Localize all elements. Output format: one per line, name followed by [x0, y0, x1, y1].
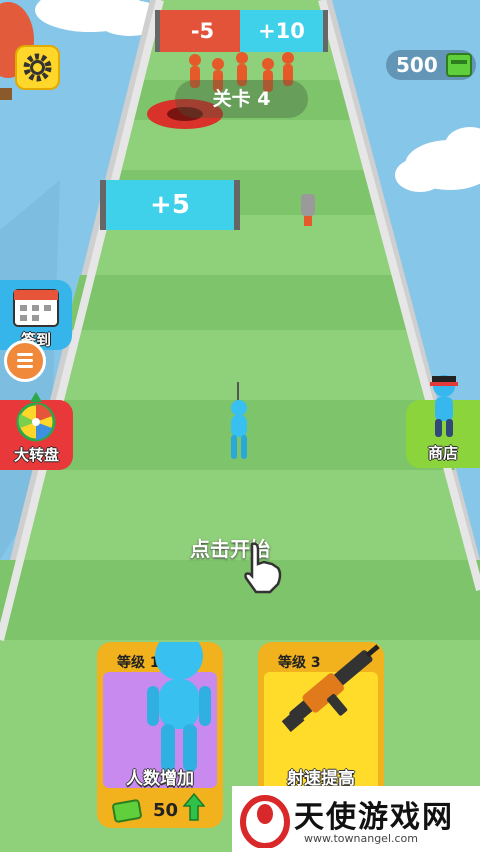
- player-character[interactable]: [222, 380, 256, 462]
- brand-logo: [240, 795, 290, 848]
- game-scene[interactable]: -5 +10 关卡 4 500 +5 签到 大转盘 商店 点击开始 等级 1 人…: [0, 0, 480, 852]
- watermark-name: 天使游戏网: [294, 800, 454, 835]
- level-label: 关卡 4: [212, 88, 271, 110]
- upgrade-cost: 50: [153, 800, 179, 821]
- cash-icon: [112, 799, 142, 823]
- upgrade-arrow-icon: [183, 792, 205, 821]
- money-counter: 500: [386, 50, 476, 80]
- card-title: 人数增加: [126, 769, 194, 789]
- level-indicator: 关卡 4: [175, 80, 308, 118]
- menu-button[interactable]: [4, 340, 46, 382]
- character-icon: [430, 375, 458, 437]
- settings-button[interactable]: [15, 45, 60, 90]
- shop-button[interactable]: 商店: [406, 375, 480, 468]
- prize-wheel-label: 大转盘: [13, 446, 59, 464]
- rifle-icon: [281, 644, 380, 732]
- gate-label: +5: [150, 190, 190, 220]
- gate-plus-10: +10: [240, 10, 328, 52]
- cash-icon: [446, 53, 472, 77]
- shop-label: 商店: [427, 444, 458, 462]
- character-icon: [147, 642, 211, 772]
- gate-minus-5: -5: [155, 10, 245, 52]
- upgrade-card-crowd[interactable]: 等级 1 人数增加 50: [97, 642, 223, 828]
- prize-wheel-button[interactable]: 大转盘: [0, 392, 73, 470]
- watermark: 天使游戏网 www.townangel.com: [232, 786, 480, 852]
- calendar-icon: [13, 289, 59, 327]
- gate-plus-5: +5: [100, 180, 240, 230]
- settings-gear-icon: [23, 53, 52, 82]
- gate-label: -5: [190, 19, 215, 43]
- menu-icon: [17, 353, 33, 368]
- gate-label: +10: [258, 19, 305, 43]
- prize-wheel-icon: [16, 392, 56, 442]
- turret-obstacle: [301, 194, 315, 226]
- watermark-url: www.townangel.com: [304, 832, 418, 845]
- money-value: 500: [396, 53, 438, 77]
- checkin-button[interactable]: 签到: [0, 280, 72, 350]
- hand-pointer-icon: [244, 542, 282, 594]
